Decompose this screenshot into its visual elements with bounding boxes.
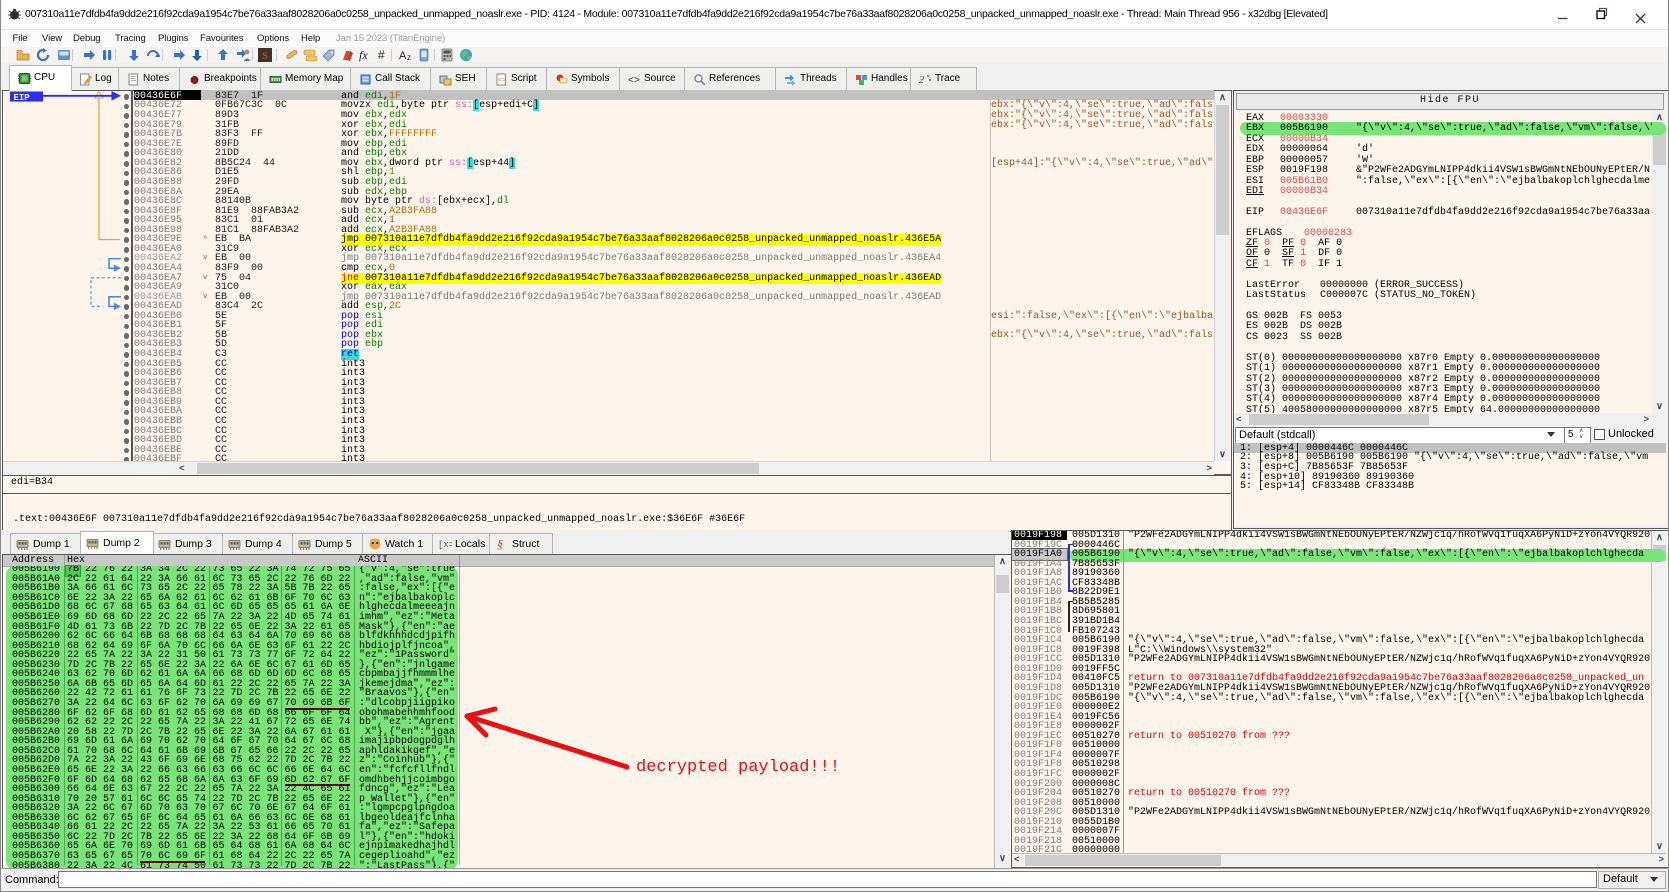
svg-text:A: A	[399, 50, 407, 62]
svg-text:EIP: EIP	[14, 93, 31, 103]
svg-text:S: S	[262, 50, 268, 62]
svg-text:[x=]: [x=]	[438, 540, 452, 550]
svg-text:z: z	[407, 53, 411, 62]
svg-text:<>: <>	[498, 77, 506, 84]
svg-text:ƻ: ƻ	[919, 75, 924, 86]
svg-text:#: #	[378, 48, 385, 62]
svg-text:fx: fx	[359, 48, 368, 62]
svg-text:§: §	[497, 537, 503, 551]
svg-text:<>: <>	[628, 76, 640, 86]
